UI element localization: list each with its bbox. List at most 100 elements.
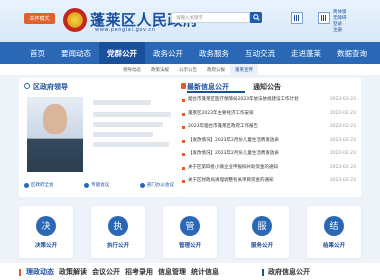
news-item[interactable]: 关于区第四批小微企业申报拟补助资金的通知 2023-02-23 [182, 165, 360, 179]
special-meeting-button[interactable]: 专题会议 [84, 178, 109, 192]
news-date: 2023-02-23 [329, 137, 356, 143]
nav-home[interactable]: 首页 [22, 42, 53, 64]
news-item[interactable]: 【发改情况】2023年2月份儿童生活费发放表 2023-02-23 [182, 138, 360, 152]
meeting-label: 区政府全会 [31, 183, 54, 188]
execution-icon: 执 [108, 215, 128, 236]
national-emblem-icon [63, 8, 87, 32]
meeting-icon [140, 182, 145, 188]
news-title: 【发改情况】2023年2月份儿童生活费发放表 [188, 151, 279, 156]
news-title: 2023年烟台市蓬莱区政府工作报告 [188, 124, 258, 129]
tab-indicator [187, 91, 245, 93]
gov-info-disclosure-title[interactable]: 政府信息公开 [268, 267, 310, 277]
dept-meeting-button[interactable]: 部门办公会议 [140, 178, 174, 192]
leader-info-blurred [93, 122, 163, 127]
nav-data[interactable]: 数据查询 [329, 42, 375, 64]
sub-nav-item-active[interactable]: 蓬莱宣传 [230, 64, 258, 75]
news-item[interactable]: 2023年烟台市蓬莱区政府工作报告 2023-02-23 [182, 124, 360, 138]
care-mode-button[interactable]: 关怀模式 [24, 13, 55, 24]
news-date: 2023-02-23 [329, 164, 356, 170]
nav-party[interactable]: 党群公开 [99, 42, 145, 64]
news-icon [181, 83, 186, 89]
news-date: 2023-02-23 [329, 151, 356, 156]
bullet-icon [182, 139, 185, 143]
top-link[interactable]: 注册 [333, 28, 347, 34]
leader-info-blurred [93, 132, 153, 137]
result-icon: 结 [324, 215, 344, 236]
tab-meeting-disclosure[interactable]: 会议公开 [92, 267, 120, 277]
news-title: 烟台市蓬莱区医疗保障局2023年依法依规建设工作计划 [188, 97, 299, 102]
nav-interaction[interactable]: 互动交流 [237, 42, 283, 64]
service-label: 执行公开 [106, 242, 129, 249]
bullet-icon [182, 180, 185, 183]
search-button[interactable] [250, 12, 262, 23]
meeting-label: 部门办公会议 [147, 183, 174, 188]
news-date: 2023-02-23 [329, 124, 356, 129]
section-marker [19, 268, 21, 276]
meeting-icon [24, 182, 29, 188]
management-icon: 管 [180, 215, 200, 236]
tab-info-management[interactable]: 信息管理 [158, 267, 186, 277]
meeting-icon [84, 182, 90, 188]
bullet-icon [182, 153, 185, 156]
bullet-icon [182, 126, 185, 129]
sub-nav-item[interactable]: 领导动态 [118, 64, 146, 75]
leader-section-title[interactable]: 区政府领导 [33, 82, 68, 92]
user-icon [24, 83, 30, 89]
news-title: 【发改情况】2023年2月份儿童生活费发放表 [188, 137, 279, 143]
leader-info-blurred [93, 112, 171, 117]
leader-info-blurred [93, 142, 169, 147]
tab-policy-interpretation[interactable]: 政策解读 [59, 267, 87, 277]
search-input[interactable]: 请输入关键字 [171, 12, 250, 23]
tab-gov-dynamics[interactable]: 理政动态 [26, 267, 54, 277]
service-result[interactable]: 结 结果公开 [307, 206, 361, 258]
app-qr-icon[interactable] [318, 12, 330, 24]
service-execution[interactable]: 执 执行公开 [91, 206, 145, 258]
top-links: 简体版 无障碍 登录 注册 [333, 10, 347, 34]
news-item[interactable]: 烟台市蓬莱区医疗保障局2023年依法依规建设工作计划 2023-02-23 [182, 97, 360, 111]
search-icon [252, 14, 260, 21]
service-decision[interactable]: 决 决策公开 [19, 206, 73, 258]
news-date: 2023-02-23 [329, 110, 356, 116]
site-domain: www.penglai.gov.cn [95, 27, 156, 33]
nav-news[interactable]: 要闻动态 [53, 42, 99, 64]
service-label: 服务公开 [250, 242, 273, 249]
leader-buttons: 区政府全会 专题会议 部门办公会议 [24, 178, 174, 192]
gov-info-disclosure-heading: 政府信息公开 [262, 267, 310, 277]
news-title: 关于区财政局清理调整有关项目资金的通知 [188, 178, 274, 183]
decision-icon: 决 [36, 215, 56, 236]
bottom-tabs: 理政动态 政策解读 会议公开 招考录用 信息管理 统计信息 [19, 267, 219, 277]
meeting-label: 专题会议 [91, 183, 110, 188]
service-label: 管理公开 [178, 242, 201, 249]
news-title: 关于区第四批小微企业申报拟补助资金的通知 [188, 164, 278, 170]
news-title: 蓬莱区2023年主要经济工作安排 [188, 110, 254, 116]
sub-nav-item[interactable]: 公示公告 [174, 64, 202, 75]
leader-photo-face [43, 104, 67, 134]
bullet-icon [182, 112, 185, 116]
tab-statistics[interactable]: 统计信息 [191, 267, 219, 277]
service-label: 结果公开 [322, 242, 345, 249]
nav-gov-open[interactable]: 政务公开 [145, 42, 191, 64]
leader-info-blurred [93, 100, 151, 105]
sub-nav-item[interactable]: 政策法规 [146, 64, 174, 75]
news-date: 2023-02-23 [329, 178, 356, 183]
news-item[interactable]: 【发改情况】2023年2月份儿童生活费发放表 2023-02-23 [182, 151, 360, 165]
news-item[interactable]: 关于区财政局清理调整有关项目资金的通知 2023-02-23 [182, 178, 360, 192]
news-date: 2023-02-23 [329, 97, 356, 102]
quick-services: 决 决策公开 执 执行公开 管 管理公开 服 服务公开 结 结果公开 [19, 206, 361, 258]
service-label: 决策公开 [34, 242, 57, 249]
service-management[interactable]: 管 管理公开 [163, 206, 217, 258]
service-icon: 服 [252, 215, 272, 236]
nav-about[interactable]: 走进蓬莱 [283, 42, 329, 64]
main-nav: 首页 要闻动态 党群公开 政务公开 政务服务 互动交流 走进蓬莱 数据查询 [0, 42, 380, 64]
tab-recruitment[interactable]: 招考录用 [125, 267, 153, 277]
sub-nav-item[interactable]: 政府公报 [202, 64, 230, 75]
meeting-button[interactable]: 区政府全会 [24, 178, 54, 192]
bullet-icon [182, 99, 185, 102]
service-service[interactable]: 服 服务公开 [235, 206, 289, 258]
tab-notices[interactable]: 通知公告 [253, 82, 281, 92]
wechat-qr-icon[interactable] [291, 12, 303, 24]
news-item[interactable]: 蓬莱区2023年主要经济工作安排 2023-02-23 [182, 111, 360, 125]
section-marker [262, 268, 264, 276]
sub-nav: 领导动态 政策法规 公示公告 政府公报 蓬莱宣传 [118, 64, 258, 75]
nav-gov-service[interactable]: 政务服务 [191, 42, 237, 64]
